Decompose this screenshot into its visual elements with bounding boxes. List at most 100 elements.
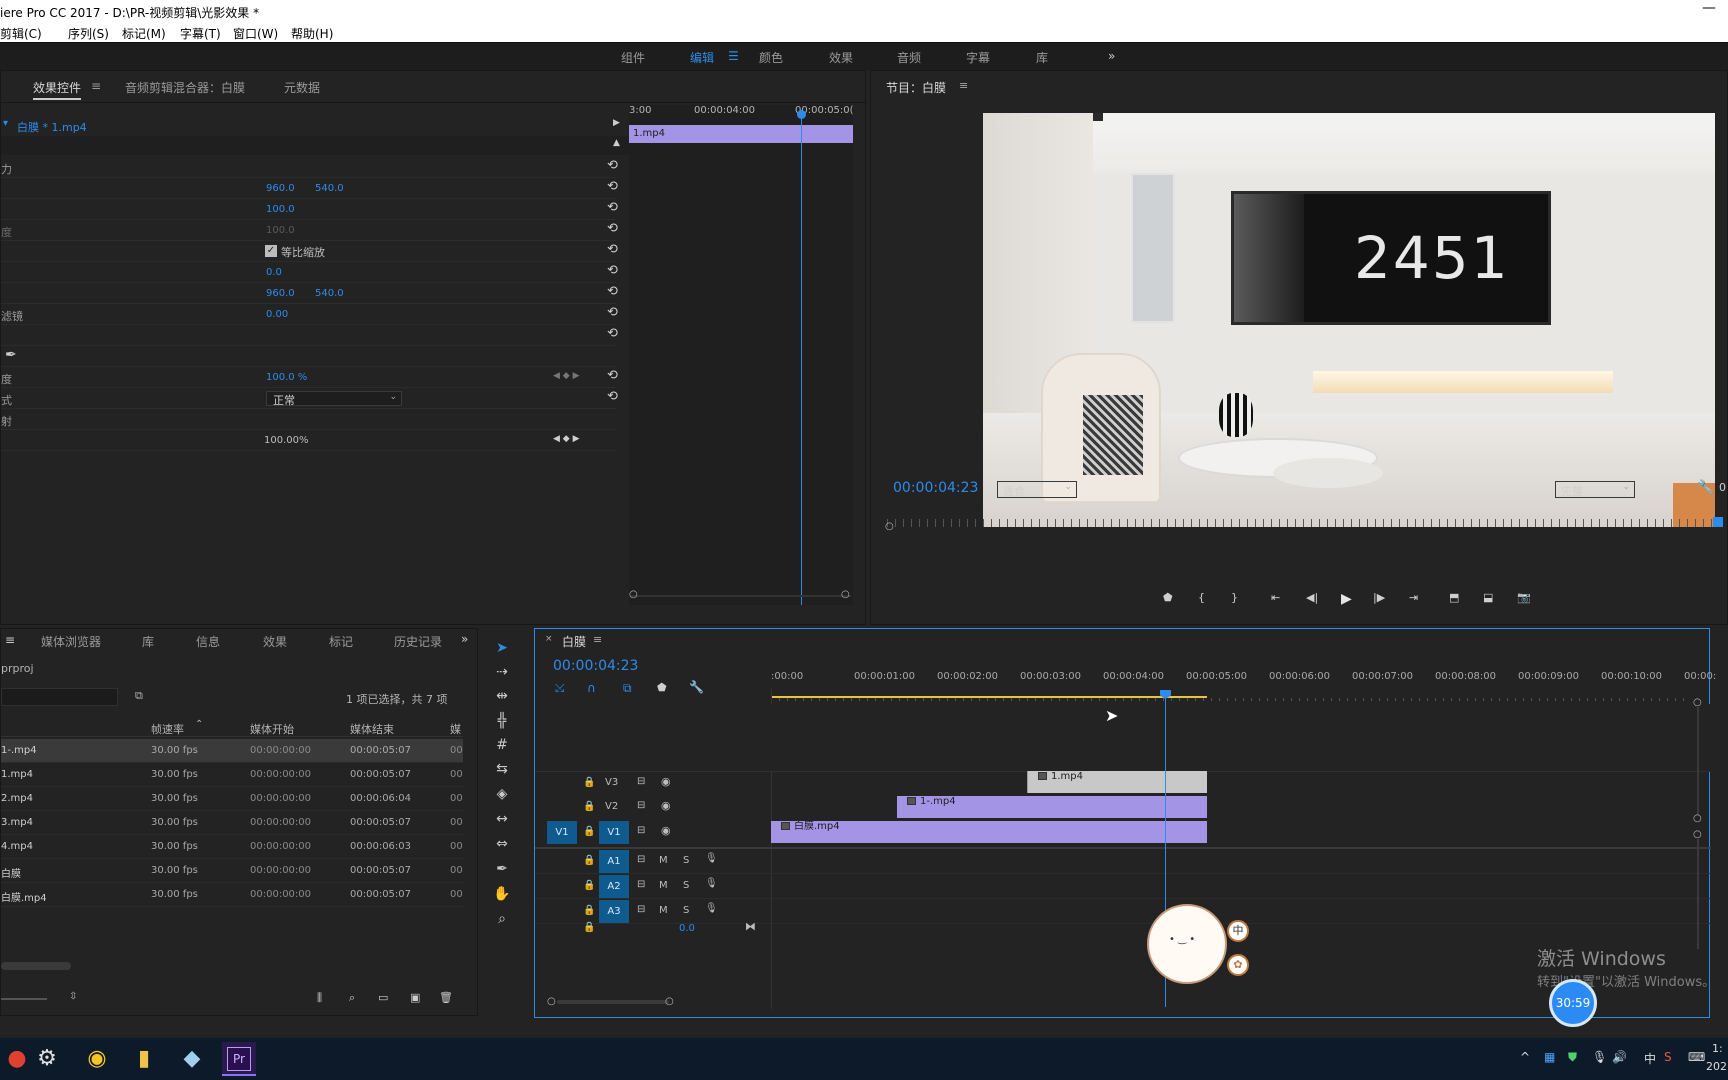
nest-icon[interactable]: ⤩ — [555, 681, 565, 696]
tab-markers[interactable]: 标记 — [329, 633, 353, 650]
security-icon[interactable]: ⛊ — [1568, 1050, 1577, 1065]
zoom-tool-icon[interactable]: ⌕ — [492, 911, 512, 927]
rotation-value[interactable]: 0.0 — [266, 267, 282, 278]
scale-value[interactable]: 100.0 — [266, 204, 295, 215]
find-icon[interactable]: ⌕ — [349, 991, 355, 1005]
reset-icon[interactable]: ⟲ — [607, 368, 618, 383]
eye-icon[interactable]: ◉ — [661, 775, 671, 788]
scroll-handle-right[interactable]: ○ — [841, 589, 850, 600]
anchor-y[interactable]: 540.0 — [315, 288, 344, 299]
mic-tray-icon[interactable]: 🎙 — [1592, 1050, 1607, 1064]
ec-clip[interactable]: 1.mp4 — [629, 125, 853, 143]
settings-icon[interactable]: ⚙ — [30, 1042, 64, 1076]
timer-badge[interactable]: 30:59 — [1549, 979, 1597, 1027]
menu-title[interactable]: 字幕(T) — [180, 25, 221, 42]
project-row[interactable]: 3.mp4 30.00 fps 00:00:00:00 00:00:05:07 00 — [1, 811, 463, 835]
premiere-taskbar-button[interactable]: Pr — [222, 1042, 256, 1076]
ec-playhead-handle[interactable] — [797, 110, 806, 119]
zoom-handle-right[interactable]: ○ — [665, 996, 674, 1007]
snap-icon[interactable]: ∩ — [587, 681, 596, 695]
new-bin-folder-icon[interactable]: ▭ — [378, 991, 388, 1004]
mark-out-icon[interactable]: } — [1231, 591, 1238, 604]
volume-icon[interactable]: 🔊 — [1612, 1050, 1627, 1064]
position-x[interactable]: 960.0 — [266, 183, 295, 194]
automate-icon[interactable]: ⫼ — [317, 991, 322, 1005]
track-select-tool-icon[interactable]: ⇢ — [492, 664, 512, 680]
workspace-color[interactable]: 颜色 — [759, 49, 783, 66]
add-marker-icon[interactable]: ⬟ — [1163, 591, 1173, 604]
opacity-value[interactable]: 100.0 % — [266, 372, 307, 383]
quality-select[interactable]: 完整 ⌄ — [1555, 481, 1635, 498]
ec-playhead[interactable] — [801, 113, 802, 605]
extract-icon[interactable]: ⬓ — [1483, 591, 1493, 604]
scrub-start-icon[interactable]: ○ — [885, 521, 894, 532]
timeline-timecode[interactable]: 00:00:04:23 — [553, 658, 638, 674]
workspace-menu-icon[interactable]: ☰ — [728, 49, 739, 63]
tab-effect-controls[interactable]: 效果控件 — [33, 79, 82, 100]
camera-icon[interactable]: 📷 — [1517, 591, 1531, 604]
hand-tool-icon[interactable]: ✋ — [492, 886, 512, 902]
reset-icon[interactable]: ⟲ — [607, 284, 618, 299]
clip-v1[interactable]: 白膜.mp4 — [771, 821, 1207, 843]
notes-icon[interactable]: ◆ — [175, 1042, 209, 1076]
col-fps[interactable]: 帧速率 — [151, 721, 184, 737]
step-forward-icon[interactable]: |▶ — [1373, 591, 1385, 604]
trash-icon[interactable]: 🗑 — [439, 991, 453, 1004]
track-name[interactable]: V2 — [605, 801, 618, 812]
reset-icon[interactable]: ⟲ — [607, 221, 618, 236]
reset-icon[interactable]: ⟲ — [607, 326, 618, 341]
eye-icon[interactable]: ◉ — [661, 799, 671, 812]
reset-icon[interactable]: ⟲ — [607, 242, 618, 257]
solo-button[interactable]: S — [683, 905, 689, 916]
track-name[interactable]: V3 — [605, 777, 618, 788]
play-only-icon[interactable]: ▶ — [613, 118, 620, 128]
mute-button[interactable]: M — [659, 880, 668, 891]
reset-icon[interactable]: ⟲ — [607, 263, 618, 278]
keyframe-nav-icon[interactable]: ◀ ◆ ▶ — [553, 434, 580, 444]
tab-libraries[interactable]: 库 — [142, 633, 154, 650]
mute-button[interactable]: M — [659, 855, 668, 866]
clip-v2[interactable]: 1-.mp4 — [897, 796, 1207, 818]
uniform-scale-checkbox[interactable]: ✓ — [265, 245, 277, 257]
keyboard-icon[interactable]: ⌨ — [1688, 1050, 1705, 1064]
program-scrub-bar[interactable] — [887, 519, 1717, 527]
workspace-audio[interactable]: 音频 — [897, 49, 921, 66]
solo-button[interactable]: S — [683, 880, 689, 891]
lock-icon[interactable]: 🔒 — [583, 880, 595, 891]
menu-clip[interactable]: 剪辑(C) — [0, 25, 42, 42]
scroll-handle-left[interactable]: ○ — [629, 589, 638, 600]
rate-stretch-tool-icon[interactable]: # — [492, 737, 512, 753]
program-playhead[interactable] — [1713, 517, 1723, 527]
pen-tool-icon[interactable]: ✒ — [492, 861, 512, 877]
timeline-ruler[interactable]: :00:00 00:00:01:00 00:00:02:00 00:00:03:00 0… — [771, 667, 1716, 689]
thumbnail-size-slider[interactable] — [1, 998, 47, 1000]
project-row[interactable]: 1.mp4 30.00 fps 00:00:00:00 00:00:05:07 00 — [1, 763, 463, 787]
workspace-titles[interactable]: 字幕 — [966, 49, 990, 66]
mark-in-icon[interactable]: { — [1198, 591, 1205, 604]
collapse-icon[interactable]: ▾ — [3, 118, 8, 129]
col-media-start[interactable]: 媒体开始 — [250, 721, 294, 737]
project-row[interactable]: 1-.mp4 30.00 fps 00:00:00:00 00:00:05:07 00 — [1, 739, 463, 763]
lock-icon[interactable]: 🔒 — [583, 905, 595, 916]
panel-menu-icon[interactable]: ≡ — [959, 79, 968, 92]
slide-tool-icon[interactable]: ↔ — [492, 811, 512, 827]
selection-tool-icon[interactable]: ➤ — [492, 640, 512, 656]
go-to-in-icon[interactable]: ⇤ — [1271, 591, 1280, 604]
tab-effects[interactable]: 效果 — [263, 633, 287, 650]
project-row[interactable]: 4.mp4 30.00 fps 00:00:00:00 00:00:06:03 00 — [1, 835, 463, 859]
reset-icon[interactable]: ⟲ — [607, 389, 618, 404]
blend-mode-select[interactable]: 正常 ⌄ — [266, 391, 402, 407]
sync-lock-icon[interactable]: ⊟ — [637, 854, 645, 865]
reset-icon[interactable]: ⟲ — [607, 200, 618, 215]
sync-lock-icon[interactable]: ⊟ — [637, 825, 645, 836]
voiceover-mic-icon[interactable]: 🎙 — [705, 903, 718, 914]
browser-icon[interactable]: ◉ — [80, 1042, 114, 1076]
sync-lock-icon[interactable]: ⊟ — [637, 879, 645, 890]
workspace-assembly[interactable]: 组件 — [621, 49, 645, 66]
eye-icon[interactable]: ◉ — [661, 824, 671, 837]
clock-time[interactable]: 1: — [1712, 1042, 1723, 1055]
reset-icon[interactable]: ⟲ — [607, 158, 618, 173]
tab-history[interactable]: 历史记录 — [394, 633, 442, 650]
scroll-up-icon[interactable]: ▲ — [613, 138, 620, 148]
project-hscrollbar[interactable] — [1, 962, 71, 970]
